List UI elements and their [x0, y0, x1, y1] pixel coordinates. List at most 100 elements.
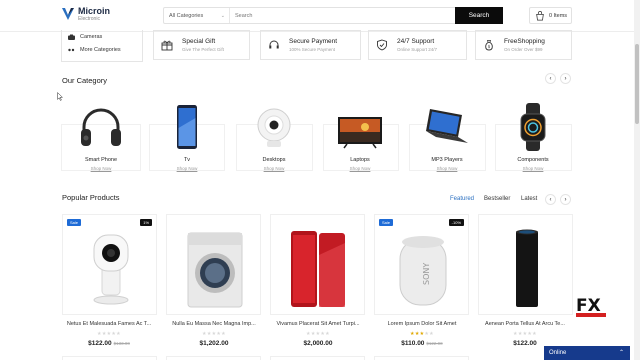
- product-card[interactable]: [270, 214, 365, 315]
- brand-tagline: Electronic: [78, 15, 100, 22]
- category-name: Components: [517, 157, 549, 163]
- chat-status-label: Online: [549, 350, 567, 356]
- category-name: Smart Phone: [84, 157, 118, 163]
- product-card[interactable]: Sale -10% SONY: [374, 214, 469, 315]
- product-card-next-row: [62, 356, 157, 360]
- tab-bestseller[interactable]: Bestseller: [484, 196, 510, 202]
- search-button[interactable]: Search: [455, 7, 503, 24]
- feature-title: Special Gift: [182, 38, 216, 45]
- feature-title: 24/7 Support: [397, 38, 435, 45]
- product-name[interactable]: Aenean Porta Tellus At Arcu Te...: [477, 321, 573, 327]
- products-next-button[interactable]: ›: [560, 194, 571, 205]
- category-carousel: Smart Phone Shop Now Tv Shop Now Desktop…: [61, 93, 572, 177]
- feature-special-gift: Special Gift Give The Perfect Gift: [153, 30, 250, 60]
- products-section-title: Popular Products: [62, 193, 120, 202]
- old-price: $133.00: [113, 341, 130, 346]
- list-icon: [68, 48, 75, 52]
- search-bar: All Categories ⌄ Search: [163, 7, 503, 24]
- logo-icon: [62, 8, 74, 20]
- price-value: $1,202.00: [199, 340, 229, 347]
- category-section-title: Our Category: [62, 76, 108, 85]
- svg-text:$: $: [488, 44, 491, 49]
- shop-now-link[interactable]: Shop Now: [61, 166, 141, 171]
- category-item-laptops[interactable]: Laptops Shop Now: [320, 93, 400, 177]
- smartwatch-image: [520, 103, 546, 151]
- washer-product-image: [187, 232, 243, 308]
- product-name[interactable]: Vivamus Placerat Sit Amet Turpi...: [270, 321, 366, 327]
- site-header: Microin Electronic All Categories ⌄ Sear…: [0, 0, 640, 32]
- rating-stars: ★★★★★: [410, 331, 434, 337]
- category-next-button[interactable]: ›: [560, 73, 571, 84]
- product-card[interactable]: [478, 214, 573, 315]
- product-name[interactable]: Lorem Ipsum Dolor Sit Amet: [374, 321, 470, 327]
- product-price: $1,202.00: [166, 340, 262, 347]
- sale-badge: Sale: [67, 219, 82, 226]
- category-item-desktops[interactable]: Desktops Shop Now: [234, 93, 314, 177]
- category-item-smart-phone[interactable]: Smart Phone Shop Now: [61, 93, 141, 177]
- feature-free-shopping: $ FreeShopping On Order Over $99: [475, 30, 572, 60]
- feature-title: Secure Payment: [289, 38, 338, 45]
- old-price: $122.00: [426, 341, 443, 346]
- shop-now-link[interactable]: Shop Now: [493, 166, 573, 171]
- product-card[interactable]: [166, 214, 261, 315]
- webcam-image: [257, 108, 291, 147]
- tab-featured[interactable]: Featured: [450, 196, 474, 202]
- price-value: $122.00: [513, 340, 537, 347]
- brand-name: Microin: [78, 5, 111, 16]
- side-menu-item-more[interactable]: More Categories: [68, 47, 121, 53]
- chevron-up-icon: ⌃: [618, 350, 624, 356]
- product-card-next-row: [270, 356, 365, 360]
- category-item-tv[interactable]: Tv Shop Now: [147, 93, 227, 177]
- category-select[interactable]: All Categories ⌄: [164, 8, 230, 23]
- phone-product-image: [291, 231, 345, 307]
- camera-icon: [68, 34, 75, 40]
- side-menu-item-cameras[interactable]: Cameras: [68, 34, 102, 40]
- feature-subtitle: On Order Over $99: [504, 47, 543, 52]
- product-card-next-row: [374, 356, 469, 360]
- money-bag-icon: $: [485, 40, 493, 51]
- category-item-components[interactable]: Components Shop Now: [493, 93, 573, 177]
- category-prev-button[interactable]: ‹: [545, 73, 556, 84]
- price-value: $2,000.00: [303, 340, 333, 347]
- rating-stars: ★★★★★: [97, 331, 121, 337]
- shop-now-link[interactable]: Shop Now: [147, 166, 227, 171]
- shop-now-link[interactable]: Shop Now: [320, 166, 400, 171]
- sale-badge: Sale: [379, 219, 394, 226]
- feature-secure-payment: Secure Payment 100% Secure Payment: [260, 30, 361, 60]
- svg-text:SONY: SONY: [422, 263, 431, 285]
- shop-now-link[interactable]: Shop Now: [407, 166, 487, 171]
- shop-now-link[interactable]: Shop Now: [234, 166, 314, 171]
- brand-logo[interactable]: Microin Electronic: [61, 6, 110, 22]
- category-name: Desktops: [262, 157, 286, 163]
- rating-stars: ★★★★★: [513, 331, 537, 337]
- product-name[interactable]: Netus Et Malesuada Fames Ac T...: [61, 321, 157, 327]
- feature-support: 24/7 Support Online Support 24/7: [368, 30, 467, 60]
- echo-product-image: [516, 229, 538, 307]
- laptop-image: [426, 109, 468, 143]
- rating-stars: ★★★★★: [306, 331, 330, 337]
- category-item-mp3-players[interactable]: MP3 Players Shop Now: [407, 93, 487, 177]
- category-name: Tv: [183, 157, 191, 163]
- product-card[interactable]: Sale 1%: [62, 214, 157, 315]
- products-prev-button[interactable]: ‹: [545, 194, 556, 205]
- cart-button[interactable]: 0 Items: [529, 7, 572, 24]
- category-side-menu: Cameras More Categories: [61, 30, 143, 62]
- app-root: { "brand": { "name": "Microin", "tagline…: [0, 0, 640, 360]
- page-scrollbar[interactable]: [634, 0, 640, 360]
- speaker-product-image: SONY: [399, 236, 447, 306]
- cart-icon: [536, 10, 544, 21]
- tab-latest[interactable]: Latest: [521, 196, 537, 202]
- product-price: $110.00 $122.00: [374, 340, 470, 347]
- feature-subtitle: Online Support 24/7: [397, 47, 438, 52]
- side-menu-label: More Categories: [80, 47, 121, 53]
- tv-image: [338, 117, 382, 149]
- product-name[interactable]: Nulla Eu Massa Nec Magna Imp...: [166, 321, 262, 327]
- cart-count: 0 Items: [549, 12, 568, 19]
- price-value: $110.00: [401, 340, 425, 347]
- headphones-image: [81, 108, 121, 146]
- product-price: $122.00 $133.00: [61, 340, 157, 347]
- feature-subtitle: 100% Secure Payment: [289, 47, 336, 52]
- shield-icon: [377, 39, 387, 51]
- online-chat-widget[interactable]: Online ⌃: [544, 346, 630, 360]
- scrollbar-thumb[interactable]: [635, 44, 639, 124]
